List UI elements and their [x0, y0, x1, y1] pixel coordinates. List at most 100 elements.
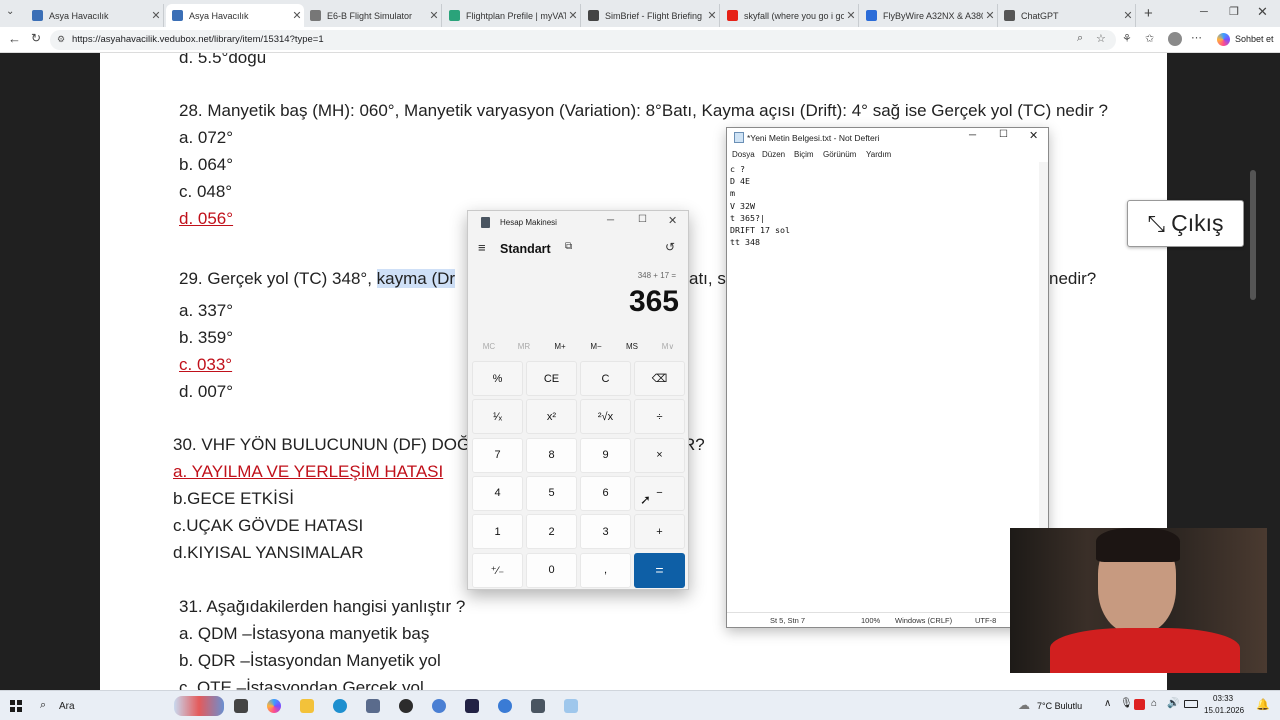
backspace-key[interactable]: ⌫	[634, 361, 685, 396]
copilot-taskbar-icon[interactable]	[267, 699, 281, 713]
volume-icon[interactable]: 🔊	[1167, 698, 1179, 709]
square-key[interactable]: x²	[526, 399, 577, 435]
tab-0[interactable]: Asya Havacılık ✕	[26, 4, 164, 27]
site-info-icon[interactable]: ⚙	[57, 34, 65, 45]
tab-5[interactable]: skyfall (where you go i go) ✕	[721, 4, 859, 27]
divide-key[interactable]: ÷	[634, 399, 685, 435]
notepad-window[interactable]: *Yeni Metin Belgesi.txt - Not Defteri ─ …	[726, 127, 1049, 628]
clear-key[interactable]: C	[580, 361, 631, 396]
digit-1-key[interactable]: 1	[472, 514, 523, 550]
edge-icon[interactable]	[333, 699, 347, 713]
tab-close-icon[interactable]: ✕	[983, 9, 997, 22]
calc-maximize-button[interactable]: ☐	[638, 214, 647, 225]
add-key[interactable]: +	[634, 514, 685, 550]
scrollbar[interactable]	[1250, 170, 1256, 300]
notepad-minimize-button[interactable]: ─	[969, 130, 976, 141]
menu-dosya[interactable]: Dosya	[732, 150, 755, 159]
notepad-close-button[interactable]: ✕	[1029, 129, 1038, 142]
tab-close-icon[interactable]: ✕	[705, 9, 719, 22]
digit-5-key[interactable]: 5	[526, 475, 577, 511]
simulator-icon[interactable]	[465, 699, 479, 713]
clock-date[interactable]: 15.01.2026	[1204, 706, 1244, 715]
notepad-taskbar-icon[interactable]	[564, 699, 578, 713]
mem-list[interactable]: M∨	[653, 342, 683, 351]
tab-close-icon[interactable]: ✕	[566, 9, 580, 22]
favorites-icon[interactable]: ✩	[1145, 32, 1154, 45]
tab-actions-icon[interactable]: ⌄	[6, 6, 20, 20]
tab-7[interactable]: ChatGPT ✕	[998, 4, 1136, 27]
reload-icon[interactable]: ↻	[31, 31, 41, 45]
digit-6-key[interactable]: 6	[580, 475, 631, 511]
microphone-icon[interactable]: 🎙	[1120, 698, 1133, 709]
flight-app-icon[interactable]	[432, 699, 446, 713]
network-icon[interactable]: ⌂	[1151, 698, 1157, 709]
file-explorer-icon[interactable]	[300, 699, 314, 713]
url-text[interactable]: https://asyahavacilik.vedubox.net/librar…	[72, 34, 324, 45]
minimize-window-button[interactable]: ─	[1200, 6, 1208, 18]
decimal-key[interactable]: ,	[580, 552, 631, 588]
digit-8-key[interactable]: 8	[526, 437, 577, 473]
menu-duzen[interactable]: Düzen	[762, 150, 785, 159]
tab-close-icon[interactable]: ✕	[290, 9, 304, 22]
tab-3[interactable]: Flightplan Prefile | myVATSIM✕	[443, 4, 581, 27]
battery-icon[interactable]	[1184, 700, 1198, 708]
clear-entry-key[interactable]: CE	[526, 361, 577, 396]
back-icon[interactable]: ←	[8, 31, 21, 46]
digit-3-key[interactable]: 3	[580, 514, 631, 550]
digit-0-key[interactable]: 0	[526, 552, 577, 588]
exit-button[interactable]: ⤡ Çıkış	[1127, 200, 1244, 247]
bookmark-star-icon[interactable]: ☆	[1096, 32, 1106, 45]
mem-add[interactable]: M+	[545, 342, 575, 351]
zoom-icon[interactable]: ⌕	[1077, 32, 1083, 45]
store-icon[interactable]	[366, 699, 380, 713]
browser-taskbar-icon[interactable]	[498, 699, 512, 713]
negate-key[interactable]: ⁺⁄₋	[472, 552, 523, 588]
avatar[interactable]	[1168, 32, 1182, 46]
calc-minimize-button[interactable]: ─	[607, 215, 614, 226]
mem-subtract[interactable]: M−	[581, 342, 611, 351]
weather-text[interactable]: 7°C Bulutlu	[1037, 701, 1082, 711]
taskbar-search[interactable]: ⌕ Ara	[36, 696, 224, 716]
history-icon[interactable]: ↺	[665, 240, 675, 254]
tab-6[interactable]: FlyByWire A32NX & A380X ✕	[860, 4, 998, 27]
notepad-titlebar[interactable]: *Yeni Metin Belgesi.txt - Not Defteri ─ …	[727, 128, 1048, 147]
digit-7-key[interactable]: 7	[472, 437, 523, 473]
tab-close-icon[interactable]: ✕	[427, 9, 441, 22]
hamburger-menu-icon[interactable]: ≡	[478, 240, 486, 255]
menu-yardim[interactable]: Yardım	[866, 150, 891, 159]
tab-close-icon[interactable]: ✕	[1121, 9, 1135, 22]
equals-key[interactable]: =	[634, 552, 685, 588]
clock-time[interactable]: 03:33	[1213, 694, 1233, 703]
more-menu-icon[interactable]: ⋯	[1191, 31, 1202, 44]
menu-bicim[interactable]: Biçim	[794, 150, 814, 159]
extensions-icon[interactable]: ⚘	[1122, 32, 1132, 45]
reciprocal-key[interactable]: ¹⁄ₓ	[472, 399, 523, 435]
tray-chevron-icon[interactable]: ∧	[1104, 698, 1111, 709]
task-view-icon[interactable]	[234, 699, 248, 713]
square-root-key[interactable]: ²√x	[580, 399, 631, 435]
notification-bell-icon[interactable]: 🔔	[1256, 698, 1270, 711]
tab-close-icon[interactable]: ✕	[149, 9, 163, 22]
tab-2[interactable]: E6-B Flight Simulator ✕	[304, 4, 442, 27]
windows-start-icon[interactable]	[10, 700, 22, 712]
tray-app-icon[interactable]	[1134, 699, 1145, 710]
notepad-maximize-button[interactable]: ☐	[999, 129, 1008, 140]
digit-2-key[interactable]: 2	[526, 514, 577, 550]
keep-on-top-icon[interactable]: ⧉	[565, 241, 572, 252]
notepad-text-area[interactable]: c ? D 4E m V 32W t 365?| DRIFT 17 sol tt…	[730, 163, 790, 248]
mem-store[interactable]: MS	[617, 342, 647, 351]
new-tab-button[interactable]: +	[1144, 5, 1153, 22]
obs-icon[interactable]	[399, 699, 413, 713]
tab-1[interactable]: Asya Havacılık ✕	[166, 4, 304, 27]
multiply-key[interactable]: ×	[634, 437, 685, 473]
calculator-window[interactable]: Hesap Makinesi ─ ☐ ✕ ≡ Standart ⧉ ↺ 348 …	[467, 210, 689, 590]
digit-9-key[interactable]: 9	[580, 437, 631, 473]
calc-close-button[interactable]: ✕	[668, 214, 677, 227]
percent-key[interactable]: %	[472, 361, 523, 396]
copilot-icon[interactable]	[1217, 33, 1230, 46]
restore-window-button[interactable]: ❐	[1229, 5, 1239, 18]
sohbet-button[interactable]: Sohbet et	[1235, 34, 1274, 44]
tab-close-icon[interactable]: ✕	[844, 9, 858, 22]
tab-4[interactable]: SimBrief - Flight Briefing ✕	[582, 4, 720, 27]
close-window-button[interactable]: ✕	[1257, 4, 1268, 20]
